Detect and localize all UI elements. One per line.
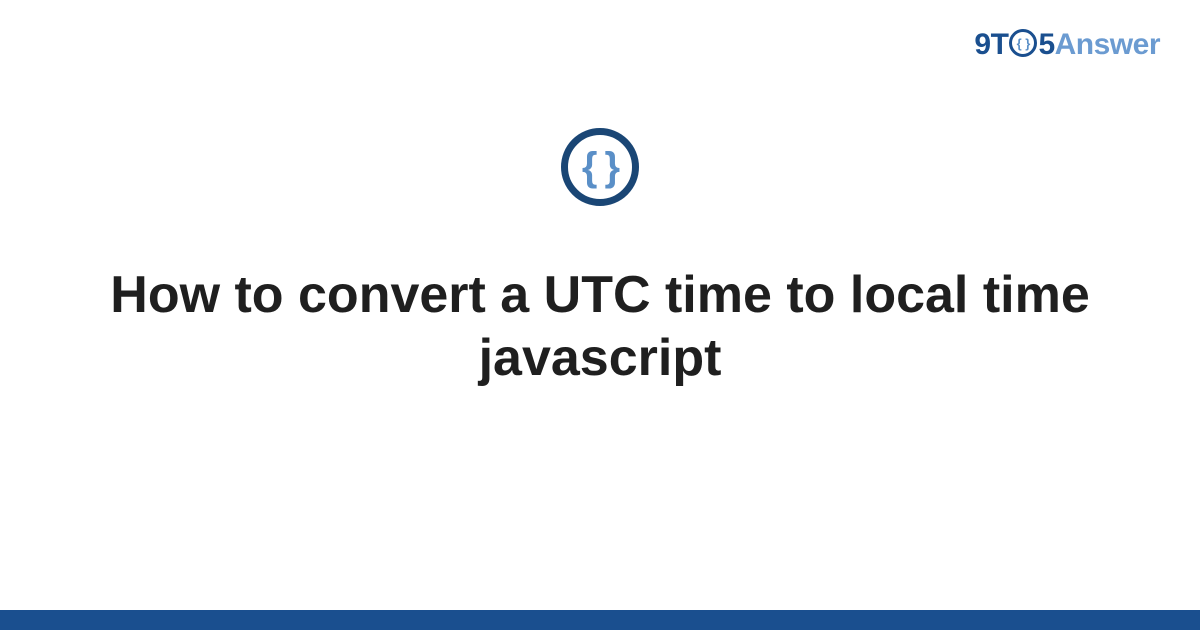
logo-text-9t: 9T <box>974 28 1008 62</box>
badge-glyph: { } <box>582 147 618 187</box>
logo-text-answer: Answer <box>1055 28 1160 62</box>
logo-text-5: 5 <box>1038 28 1054 62</box>
site-logo: 9T { } 5 Answer <box>974 28 1160 62</box>
content-center: { } How to convert a UTC time to local t… <box>0 128 1200 391</box>
page-title: How to convert a UTC time to local time … <box>100 264 1100 391</box>
footer-bar <box>0 610 1200 630</box>
logo-o-icon: { } <box>1009 29 1037 57</box>
code-braces-icon: { } <box>561 128 639 206</box>
